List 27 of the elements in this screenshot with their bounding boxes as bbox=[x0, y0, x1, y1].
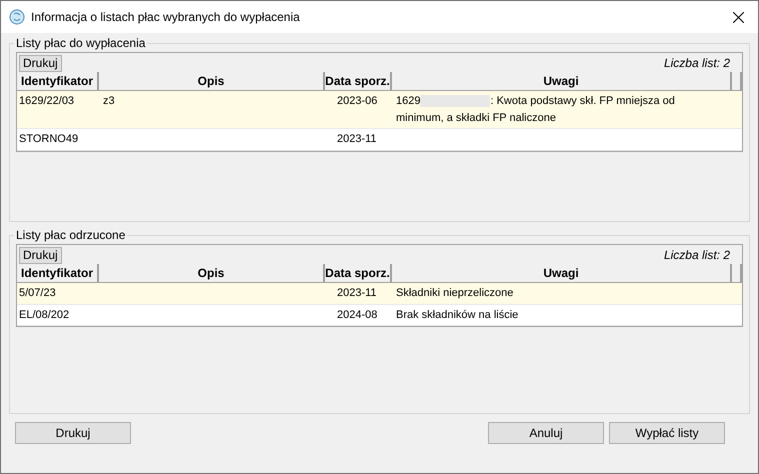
list-count: Liczba list: 2 bbox=[664, 247, 730, 264]
table-cell-text: 2023-11 bbox=[336, 132, 378, 147]
confirm-button[interactable]: Wypłać listy bbox=[609, 422, 725, 444]
table-row[interactable]: EL/08/202 2024-08 Brak składników na liście bbox=[17, 304, 742, 326]
table-cell-text: STORNO49 bbox=[18, 132, 80, 147]
print-button[interactable]: Drukuj bbox=[19, 246, 62, 264]
print-button[interactable]: Drukuj bbox=[19, 54, 62, 72]
table-cell-text: Brak składników na liście bbox=[396, 308, 520, 322]
table-cell-text: 5/07/23 bbox=[18, 286, 57, 301]
table-cell-text: 2023-11 bbox=[336, 286, 378, 301]
table-row[interactable]: 5/07/23 2023-11 Składniki nieprzeliczone bbox=[17, 283, 742, 304]
group-title: Listy płac do wypłacenia bbox=[15, 35, 146, 52]
cancel-button[interactable]: Anuluj bbox=[488, 422, 604, 444]
table-cell-text: 2023-06 bbox=[336, 94, 378, 109]
app-icon bbox=[9, 9, 25, 25]
table-cell-text: Składniki nieprzeliczone bbox=[396, 286, 514, 301]
list-count: Liczba list: 2 bbox=[664, 55, 730, 72]
table-row[interactable]: 1629/22/03 z3 2023-06 1629 : Kwota podstawy skł. FP mniejsza od minimum, a składki FP naliczone bbox=[17, 91, 742, 129]
print-button[interactable]: Drukuj bbox=[15, 422, 131, 444]
table-cell-text: 1629 : Kwota podstawy skł. FP mniejsza od minimum, a składki FP naliczone bbox=[396, 94, 676, 126]
table-cell-text: 1629/22/03 bbox=[18, 94, 76, 109]
group-title: Listy płac odrzucone bbox=[15, 227, 126, 244]
table-cell-text: 2024-08 bbox=[336, 308, 378, 322]
table-cell-text: EL/08/202 bbox=[18, 308, 70, 322]
table-cell-text: z3 bbox=[102, 94, 116, 109]
close-icon bbox=[732, 12, 744, 22]
window-title: Informacja o listach płac wybranych do wypłacenia bbox=[31, 9, 300, 26]
